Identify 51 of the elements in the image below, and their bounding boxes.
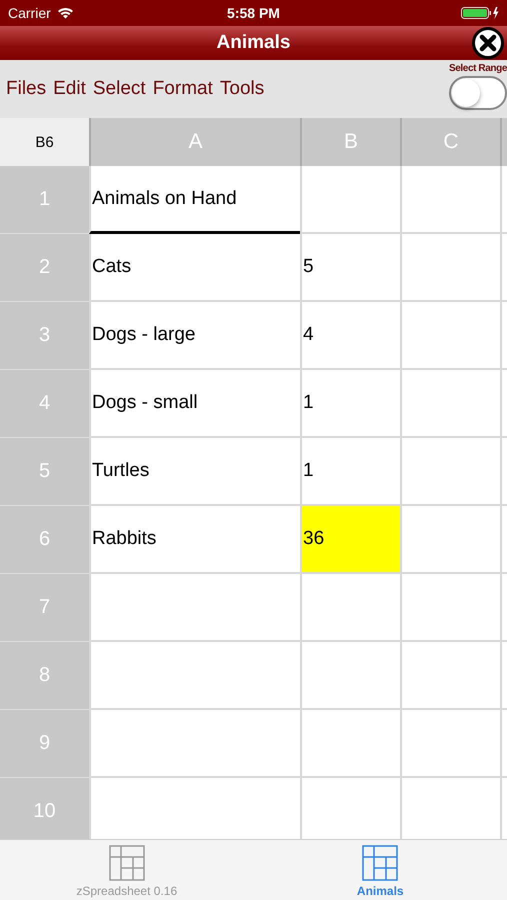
menu-item[interactable]: Select [92, 78, 146, 100]
table-cell[interactable]: Cats [89, 234, 300, 302]
table-cell[interactable] [400, 166, 500, 234]
menu-item[interactable]: Format [152, 78, 213, 100]
menu-item[interactable]: Tools [220, 78, 264, 100]
table-cell[interactable] [300, 166, 400, 234]
table-cell[interactable] [400, 642, 500, 710]
table-cell[interactable]: 4 [300, 302, 400, 370]
menu-item[interactable]: Files [6, 78, 46, 100]
table-cell[interactable] [400, 302, 500, 370]
table-cell[interactable] [500, 574, 507, 642]
clock-time: 5:58 PM [227, 5, 280, 21]
table-cell[interactable] [300, 710, 400, 778]
table-cell[interactable] [300, 574, 400, 642]
table-cell[interactable]: Turtles [89, 438, 300, 506]
table-cell[interactable]: Dogs - large [89, 302, 300, 370]
table-cell[interactable] [400, 438, 500, 506]
table-cell[interactable] [500, 234, 507, 302]
table-cell[interactable]: 1 [300, 370, 400, 438]
table-cell[interactable] [500, 506, 507, 574]
table-cell[interactable]: 5 [300, 234, 400, 302]
carrier-label: Carrier [8, 5, 51, 21]
active-cell-label: B6 [0, 118, 89, 166]
table-cell[interactable] [400, 574, 500, 642]
table-cell[interactable]: Dogs - small [89, 370, 300, 438]
toggle-label: Select Range [448, 63, 507, 74]
table-cell[interactable] [400, 234, 500, 302]
table-cell[interactable] [500, 642, 507, 710]
table-cell[interactable] [400, 506, 500, 574]
table-cell[interactable] [89, 710, 300, 778]
column-header[interactable] [500, 118, 507, 166]
wifi-icon [56, 7, 74, 19]
close-icon[interactable] [472, 27, 504, 59]
table-cell[interactable] [89, 642, 300, 710]
table-cell[interactable] [400, 710, 500, 778]
select-range-switch[interactable] [449, 76, 507, 110]
table-cell[interactable] [300, 642, 400, 710]
table-cell[interactable] [500, 438, 507, 506]
table-cell[interactable] [89, 574, 300, 642]
table-cell[interactable]: 36 [300, 506, 400, 574]
table-cell[interactable] [500, 370, 507, 438]
table-cell[interactable] [400, 370, 500, 438]
menu-item[interactable]: Edit [53, 78, 86, 100]
table-cell[interactable]: Animals on Hand [89, 166, 300, 234]
table-cell[interactable] [500, 302, 507, 370]
grid-icon [362, 845, 398, 881]
table-cell[interactable] [500, 710, 507, 778]
window-title: Animals [216, 32, 290, 54]
table-cell[interactable] [500, 166, 507, 234]
grid-icon [108, 845, 145, 881]
battery-icon [461, 6, 501, 20]
